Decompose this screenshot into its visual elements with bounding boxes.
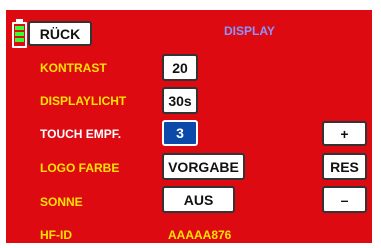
sun-label: SONNE <box>40 195 83 209</box>
back-button[interactable]: RÜCK <box>28 21 92 46</box>
backlight-value[interactable]: 30s <box>162 87 198 114</box>
hf-id-label: HF-ID <box>40 228 72 242</box>
battery-icon <box>12 19 27 48</box>
page-title: DISPLAY <box>224 24 275 38</box>
touch-sensitivity-value[interactable]: 3 <box>162 120 198 146</box>
contrast-label: KONTRAST <box>40 61 107 75</box>
backlight-label: DISPLAYLICHT <box>40 94 127 108</box>
logo-color-label: LOGO FARBE <box>40 161 120 175</box>
logo-color-value[interactable]: VORGABE <box>162 153 245 180</box>
reset-button[interactable]: RES <box>322 153 367 180</box>
display-screen: RÜCK DISPLAY KONTRAST 20 DISPLAYLICHT 30… <box>6 10 372 243</box>
hf-id-value: AAAAA876 <box>168 228 232 242</box>
increment-button[interactable]: + <box>322 121 367 146</box>
decrement-button[interactable]: – <box>322 186 367 213</box>
contrast-value[interactable]: 20 <box>162 54 198 81</box>
touch-sensitivity-label: TOUCH EMPF. <box>40 127 122 141</box>
sun-value[interactable]: AUS <box>162 186 235 213</box>
